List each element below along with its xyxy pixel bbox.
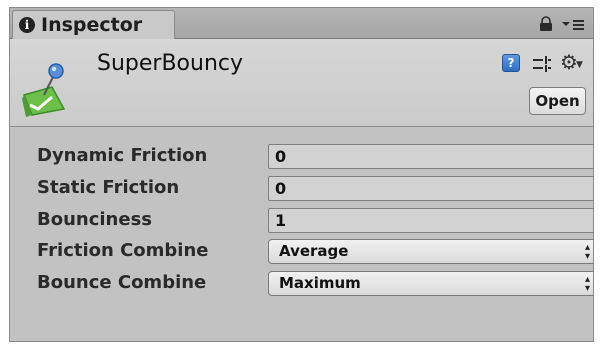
property-row-static-friction: Static Friction 0 — [10, 174, 593, 202]
bounciness-field[interactable]: 1 — [268, 208, 593, 233]
property-label: Static Friction — [37, 177, 180, 198]
tab-bar: i Inspector — [10, 8, 593, 39]
chevron-down-icon: ▼ — [576, 60, 583, 70]
tab-title: Inspector — [41, 14, 143, 36]
open-button[interactable]: Open — [529, 87, 586, 115]
physic-material-icon — [22, 63, 66, 117]
property-row-friction-combine: Friction Combine Average ▴ ▾ — [10, 237, 593, 265]
dropdown-value: Average — [279, 242, 349, 260]
inspector-window: i Inspector SuperBouncy ? ⚙ ▼ Open Dynam… — [9, 7, 594, 342]
dropdown-value: Maximum — [279, 274, 361, 292]
dynamic-friction-field[interactable]: 0 — [268, 144, 593, 169]
property-label: Bounciness — [37, 209, 153, 230]
friction-combine-dropdown[interactable]: Average ▴ ▾ — [268, 239, 593, 264]
updown-arrows-icon: ▴ ▾ — [584, 241, 590, 262]
property-row-dynamic-friction: Dynamic Friction 0 — [10, 142, 593, 170]
property-row-bounciness: Bounciness 1 — [10, 206, 593, 234]
asset-header: SuperBouncy ? ⚙ ▼ Open — [10, 39, 593, 127]
property-row-bounce-combine: Bounce Combine Maximum ▴ ▾ — [10, 269, 593, 297]
tab-menu-icon[interactable] — [561, 18, 585, 30]
frame: i Inspector SuperBouncy ? ⚙ ▼ Open Dynam… — [0, 0, 603, 347]
preset-icon[interactable] — [532, 56, 552, 72]
property-label: Bounce Combine — [37, 272, 207, 293]
property-label: Friction Combine — [37, 240, 209, 261]
updown-arrows-icon: ▴ ▾ — [584, 273, 590, 294]
bounce-combine-dropdown[interactable]: Maximum ▴ ▾ — [268, 271, 593, 296]
property-label: Dynamic Friction — [37, 145, 208, 166]
help-icon[interactable]: ? — [502, 54, 520, 72]
lock-icon[interactable] — [539, 16, 553, 32]
static-friction-field[interactable]: 0 — [268, 176, 593, 201]
info-icon: i — [19, 17, 35, 33]
tab-inspector[interactable]: i Inspector — [12, 10, 175, 39]
asset-name: SuperBouncy — [97, 51, 244, 76]
